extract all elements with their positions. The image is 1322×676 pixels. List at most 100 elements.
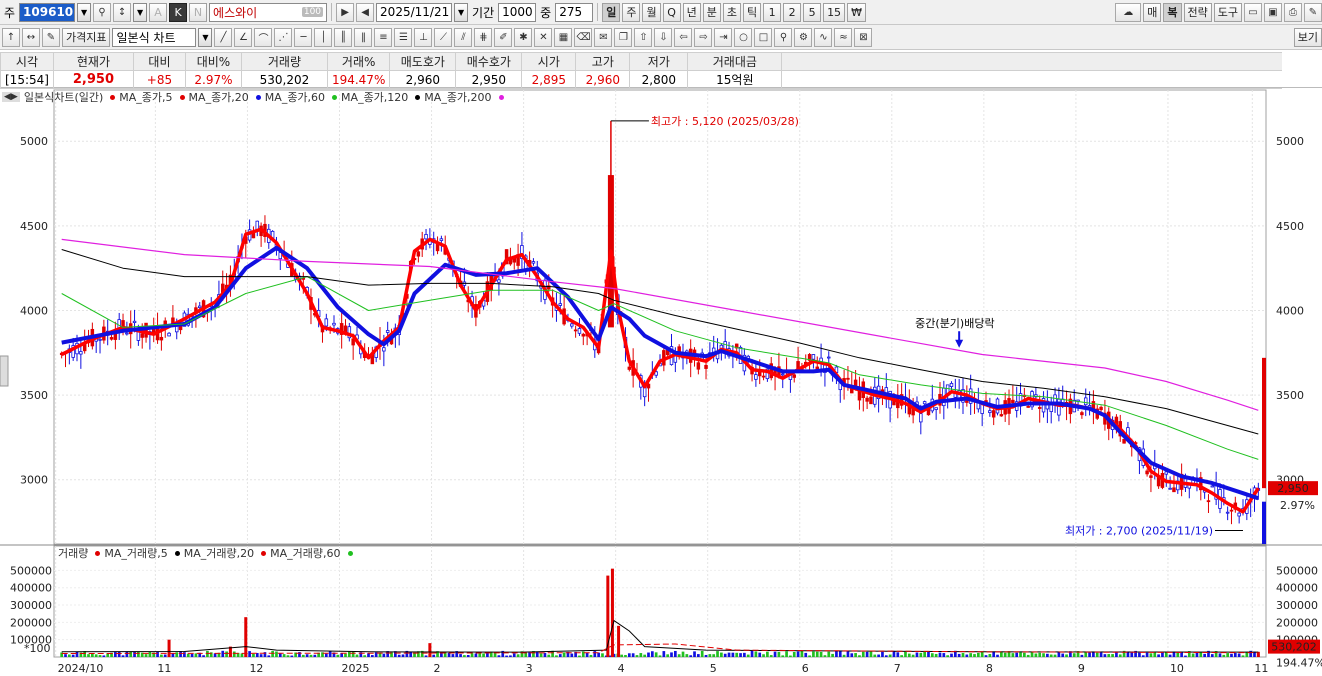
- volume-bar: [562, 652, 566, 657]
- volume-bar: [1034, 653, 1038, 657]
- volume-bar: [1222, 654, 1226, 657]
- y-tick-label-left: 4000: [20, 304, 48, 317]
- candle-body: [167, 332, 171, 337]
- volume-bar: [129, 651, 133, 657]
- volume-bar: [102, 655, 106, 657]
- volume-bar: [1130, 652, 1134, 657]
- volume-bar: [750, 650, 754, 657]
- volume-bar: [911, 654, 915, 657]
- volume-legend-title: 거래량: [58, 547, 89, 560]
- volume-bar: [689, 655, 693, 657]
- volume-bar: [647, 652, 650, 657]
- candle-body: [424, 234, 428, 240]
- legend-vma5: MA_거래량,5: [104, 547, 168, 560]
- volume-bar: [221, 650, 225, 657]
- current-pct-tag: 2.97%: [1280, 499, 1315, 512]
- volume-bar: [693, 651, 696, 657]
- volume-bar: [1157, 654, 1160, 657]
- volume-bar: [831, 653, 834, 657]
- volume-bar: [535, 652, 539, 657]
- candle-body: [159, 336, 164, 341]
- legend-dot: [110, 94, 116, 100]
- volume-bar: [900, 655, 903, 657]
- panel-toggle-icon[interactable]: ◀▶: [2, 92, 20, 102]
- volume-bar: [75, 651, 79, 657]
- candle-body: [919, 413, 923, 423]
- volume-bar: [835, 650, 838, 657]
- volume-bar: [597, 652, 600, 657]
- volume-bar: [183, 652, 186, 657]
- volume-bar: [547, 654, 551, 657]
- candle-body: [497, 279, 501, 283]
- candle-body: [558, 303, 563, 306]
- volume-bar: [735, 652, 739, 657]
- candle-body: [132, 320, 137, 324]
- y-tick-label-left: 3500: [20, 389, 48, 402]
- volume-bar: [493, 653, 497, 657]
- candle-body: [1206, 500, 1211, 503]
- volume-bar: [716, 651, 719, 657]
- candle-body: [792, 374, 796, 378]
- volume-bar: [367, 653, 370, 657]
- x-tick-label: 10: [1170, 662, 1184, 675]
- volume-bar: [670, 652, 673, 657]
- volume-bar: [555, 655, 558, 657]
- candle-body: [385, 330, 390, 333]
- volume-bar: [650, 651, 654, 657]
- volume-bar: [363, 655, 367, 657]
- x-tick-label: 2025: [341, 662, 369, 675]
- volume-bar: [409, 651, 413, 657]
- volume-bar: [570, 653, 574, 657]
- volume-bar: [225, 651, 228, 657]
- volume-bar: [121, 655, 125, 657]
- volume-bar: [301, 654, 305, 657]
- candle-body: [934, 407, 938, 410]
- current-volume-tag: 530,202: [1271, 641, 1317, 654]
- volume-bar: [1210, 654, 1214, 657]
- candle-body: [1210, 485, 1215, 488]
- volume-bar: [1191, 653, 1195, 657]
- vol-tick-label-right: 300000: [1276, 599, 1318, 612]
- candle-body: [1225, 511, 1230, 514]
- volume-bar: [1199, 652, 1203, 657]
- volume-bar: [160, 654, 163, 657]
- candle-body: [531, 261, 536, 264]
- volume-bar: [1023, 652, 1026, 657]
- volume-bar: [1226, 653, 1229, 657]
- volume-bar: [232, 651, 236, 657]
- volume-bar: [1053, 654, 1057, 657]
- candle-body: [581, 333, 586, 337]
- volume-bar: [1195, 652, 1199, 657]
- price-legend: ◀▶ 일본식차트(일간) MA_종가,5 MA_종가,20 MA_종가,60 M…: [0, 90, 504, 104]
- x-tick-label: 9: [1078, 662, 1085, 675]
- volume-bar: [474, 653, 478, 657]
- legend-vma60: MA_거래량,60: [270, 547, 341, 560]
- volume-bar: [854, 653, 857, 657]
- high-annotation: 최고가 : 5,120 (2025/03/28): [651, 115, 799, 128]
- volume-bar: [470, 653, 474, 657]
- volume-bar: [351, 651, 355, 657]
- volume-spike-bar: [244, 617, 248, 657]
- volume-bar: [723, 653, 727, 657]
- candle-body: [140, 333, 144, 338]
- volume-bar: [785, 651, 788, 657]
- volume-bar: [681, 651, 685, 657]
- volume-bar: [171, 653, 175, 657]
- candle-body: [1122, 438, 1126, 444]
- volume-bar: [984, 655, 988, 657]
- price-panel-frame: [53, 89, 1267, 545]
- volume-bar: [892, 650, 896, 657]
- volume-bar: [282, 654, 286, 657]
- x-tick-label: 6: [802, 662, 809, 675]
- volume-bar: [87, 654, 90, 657]
- volume-bar: [796, 651, 800, 657]
- volume-bar: [654, 652, 658, 657]
- volume-bar: [904, 651, 907, 657]
- candle-body: [1229, 509, 1234, 512]
- volume-bar: [213, 653, 217, 657]
- volume-bar: [558, 654, 562, 657]
- candle-body: [198, 305, 202, 309]
- volume-bar: [1118, 654, 1122, 657]
- volume-bar: [858, 655, 861, 657]
- candle-body: [439, 238, 444, 241]
